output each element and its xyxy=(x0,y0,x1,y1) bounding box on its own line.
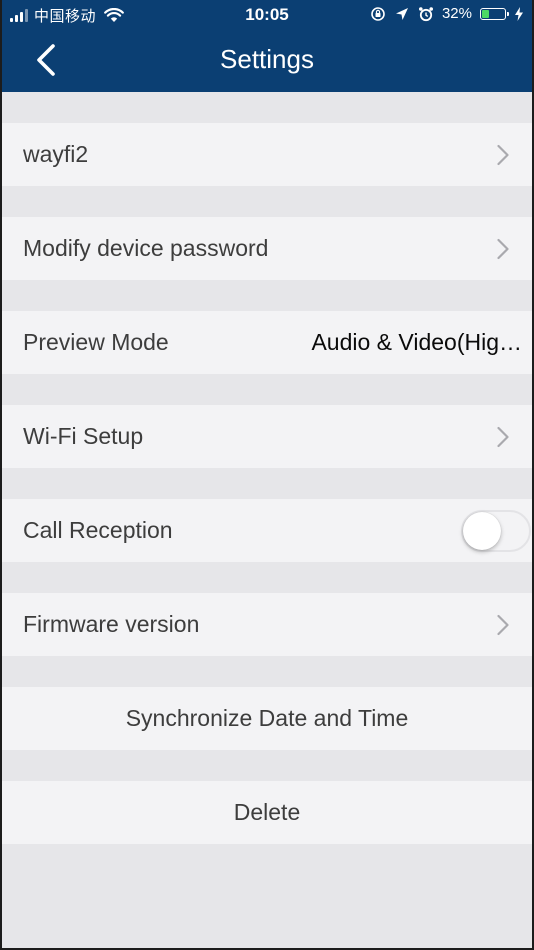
delete-button[interactable]: Delete xyxy=(2,781,532,844)
orientation-lock-icon xyxy=(371,6,385,21)
call-reception-toggle[interactable] xyxy=(461,509,531,552)
firmware-version-label: Firmware version xyxy=(23,611,200,637)
delete-label: Delete xyxy=(233,799,301,825)
status-bar: 中国移动 10:05 32% xyxy=(2,0,532,30)
battery-icon xyxy=(480,7,509,20)
alarm-icon xyxy=(418,6,433,21)
status-bar-right: 32% xyxy=(370,5,524,22)
modify-password-row[interactable]: Modify device password xyxy=(2,217,532,280)
chevron-right-icon xyxy=(497,426,509,447)
navigation-bar: Settings xyxy=(2,30,532,92)
modify-password-label: Modify device password xyxy=(23,235,269,261)
device-name-row[interactable]: wayfi2 xyxy=(2,123,532,186)
call-reception-row: Call Reception xyxy=(2,499,532,562)
chevron-right-icon xyxy=(497,614,509,635)
call-reception-label: Call Reception xyxy=(23,517,173,543)
battery-fill xyxy=(482,9,490,18)
charging-icon xyxy=(515,6,523,21)
preview-mode-label: Preview Mode xyxy=(23,329,169,355)
sync-date-time-label: Synchronize Date and Time xyxy=(125,705,409,731)
device-name-label: wayfi2 xyxy=(23,141,89,167)
sync-date-time-button[interactable]: Synchronize Date and Time xyxy=(2,687,532,750)
top-bar: 中国移动 10:05 32% Settings xyxy=(2,0,532,92)
battery-percent: 32% xyxy=(441,5,472,22)
preview-mode-row[interactable]: Preview Mode Audio & Video(Hig… xyxy=(2,311,532,374)
firmware-version-row[interactable]: Firmware version xyxy=(2,593,532,656)
chevron-right-icon xyxy=(497,238,509,259)
location-icon xyxy=(395,7,408,20)
wifi-setup-label: Wi-Fi Setup xyxy=(23,423,144,449)
toggle-knob xyxy=(463,511,501,550)
settings-screen: 中国移动 10:05 32% Settings wayfi2 Modify de… xyxy=(0,0,534,950)
page-title: Settings xyxy=(220,44,314,74)
preview-mode-value: Audio & Video(Hig… xyxy=(311,329,522,355)
chevron-right-icon xyxy=(497,144,509,165)
wifi-setup-row[interactable]: Wi-Fi Setup xyxy=(2,405,532,468)
